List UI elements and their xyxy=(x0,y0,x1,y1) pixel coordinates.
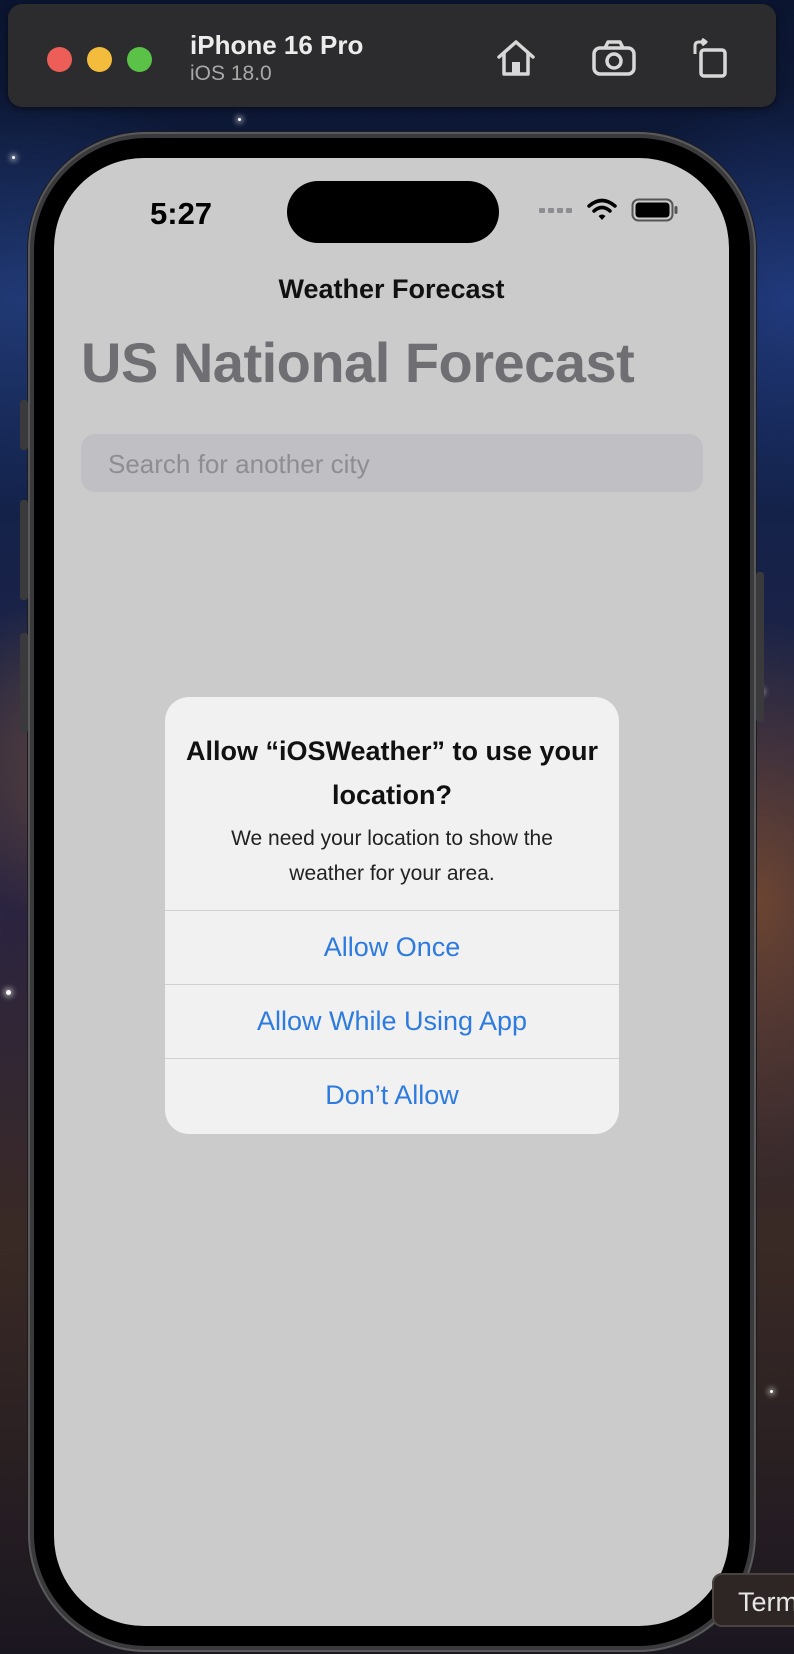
wifi-icon xyxy=(587,198,617,220)
close-window-button[interactable] xyxy=(47,47,72,72)
cellular-signal-icon xyxy=(539,208,572,213)
status-time: 5:27 xyxy=(150,196,213,231)
search-placeholder: Search for another city xyxy=(108,449,370,479)
terminal-window-tab[interactable]: Term xyxy=(712,1573,794,1627)
search-input[interactable]: Search for another city xyxy=(81,434,703,492)
os-version: iOS 18.0 xyxy=(190,62,272,85)
allow-while-using-app-button[interactable]: Allow While Using App xyxy=(165,984,619,1058)
screenshot-button[interactable] xyxy=(590,34,638,82)
location-permission-alert: Allow “iOSWeather” to use your location?… xyxy=(165,697,619,1134)
volume-up-button[interactable] xyxy=(20,500,28,600)
device-name: iPhone 16 Pro xyxy=(190,30,364,60)
background-star xyxy=(238,118,241,121)
rotate-icon xyxy=(693,38,727,78)
background-star xyxy=(770,1390,773,1393)
status-icons xyxy=(539,198,679,222)
action-button[interactable] xyxy=(20,400,28,450)
zoom-window-button[interactable] xyxy=(127,47,152,72)
minimize-window-button[interactable] xyxy=(87,47,112,72)
nav-title: Weather Forecast xyxy=(278,274,505,304)
allow-once-button[interactable]: Allow Once xyxy=(165,910,619,984)
phone-screen: 5:27 Weather Forecast US National Foreca… xyxy=(54,158,729,1626)
rotate-button[interactable] xyxy=(686,34,734,82)
side-button[interactable] xyxy=(756,572,764,722)
page-title: US National Forecast xyxy=(81,331,635,394)
home-button[interactable] xyxy=(492,34,540,82)
alert-title: Allow “iOSWeather” to use your location? xyxy=(185,736,599,810)
battery-icon xyxy=(631,198,678,222)
simulator-toolbar: iPhone 16 Pro iOS 18.0 xyxy=(8,4,776,107)
background-star xyxy=(6,990,11,995)
volume-down-button[interactable] xyxy=(20,633,28,733)
camera-icon xyxy=(592,40,636,76)
alert-message: We need your location to show the weathe… xyxy=(231,827,553,885)
background-star xyxy=(12,156,15,159)
dynamic-island xyxy=(287,181,499,243)
dont-allow-button[interactable]: Don’t Allow xyxy=(165,1058,619,1132)
house-icon xyxy=(497,40,535,76)
